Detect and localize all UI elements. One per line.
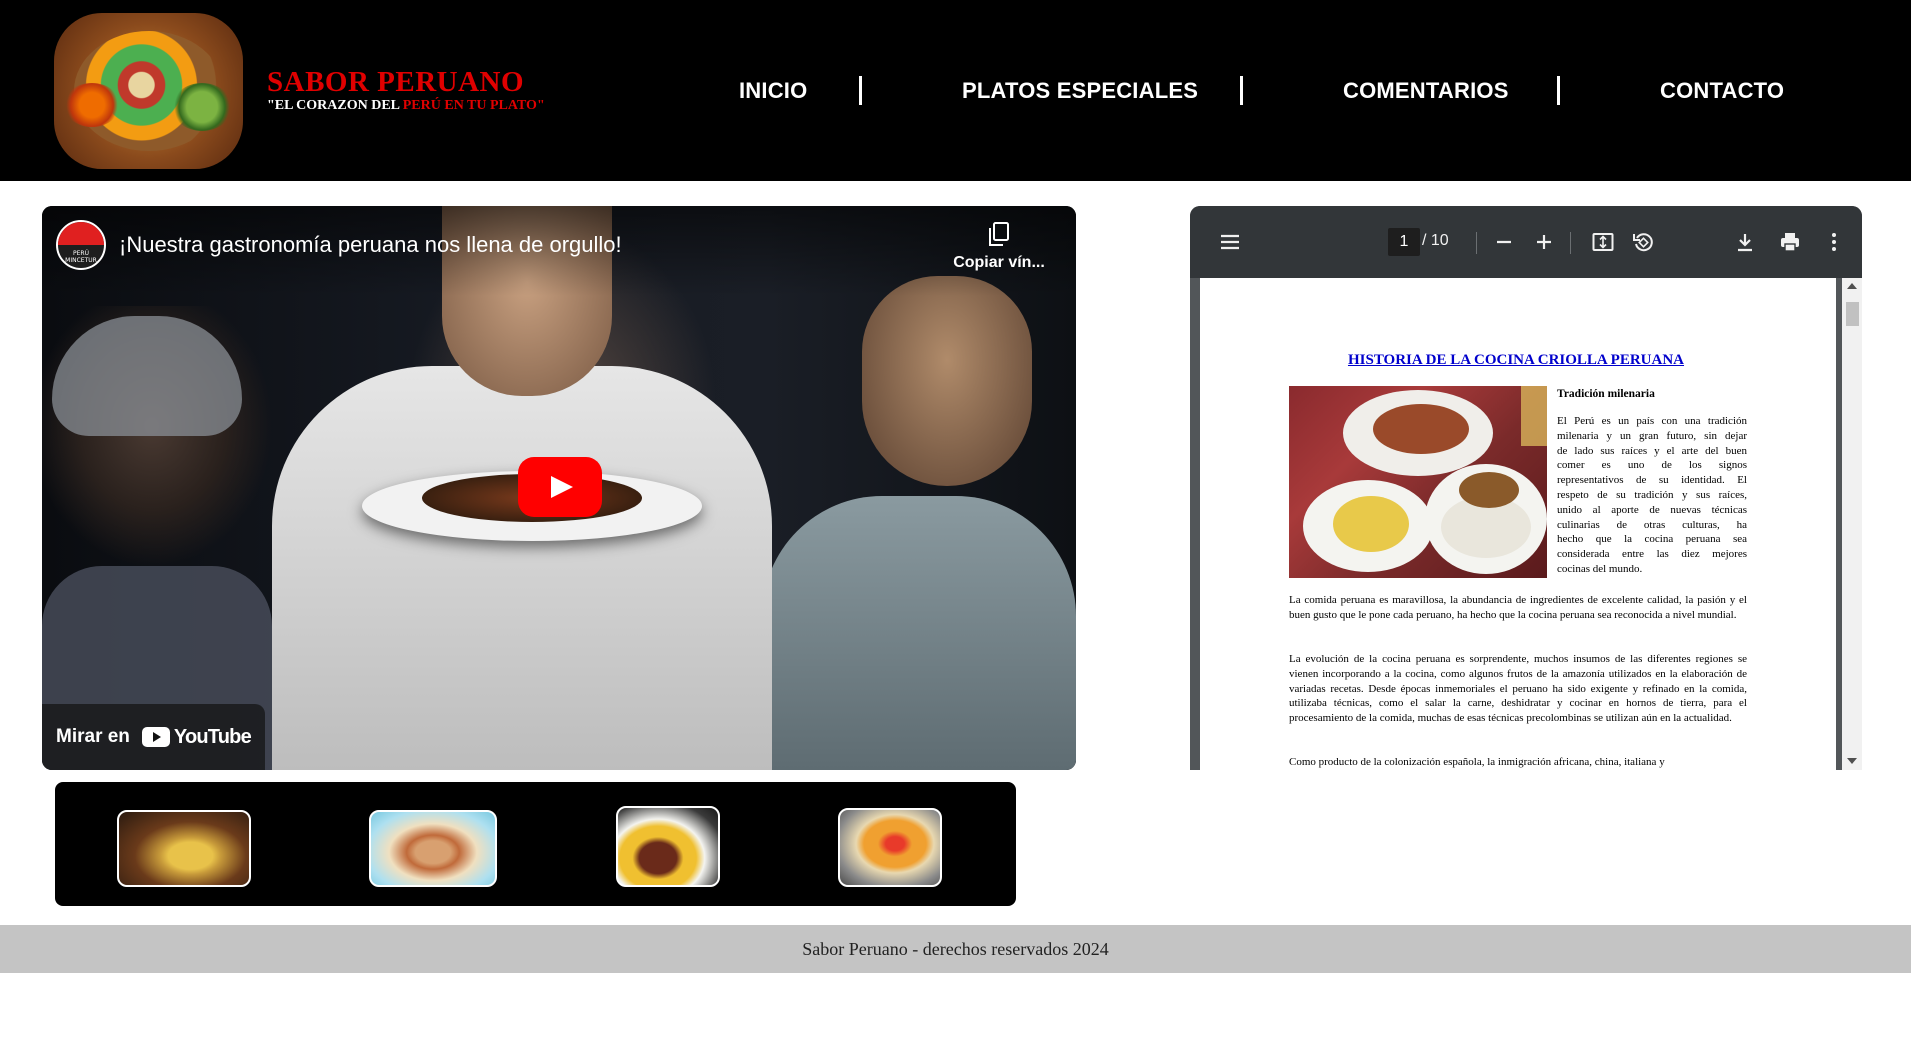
pdf-page[interactable]: HISTORIA DE LA COCINA CRIOLLA PERUANA Tr… (1200, 278, 1836, 770)
document-paragraph-1: El Perú es un país con una tradición mil… (1557, 414, 1747, 577)
main-nav: INICIO PLATOS ESPECIALES COMENTARIOS CON… (0, 74, 1911, 108)
toolbar-separator (1570, 232, 1571, 254)
toolbar-separator (1476, 232, 1477, 254)
scroll-up-icon[interactable] (1847, 283, 1857, 289)
gallery-thumb-postre[interactable] (838, 808, 942, 887)
paragraph-line: representativos de su identidad. El (1557, 474, 1747, 487)
zoom-out-icon[interactable] (1492, 230, 1516, 254)
pdf-scrollbar[interactable] (1842, 278, 1862, 770)
youtube-logo-icon (141, 727, 170, 747)
paragraph-line: unido al aporte de nuevas técnicas (1557, 503, 1747, 516)
more-options-icon[interactable] (1822, 230, 1846, 254)
paragraph-line: comer es uno de los signos (1557, 459, 1747, 472)
channel-avatar[interactable]: PERÚ MINCETUR (56, 220, 106, 270)
fit-page-icon[interactable] (1591, 230, 1615, 254)
scroll-down-icon[interactable] (1847, 758, 1857, 764)
paragraph-line: de lado sus raíces y el arte del buen (1557, 444, 1747, 457)
nav-platos-especiales[interactable]: PLATOS ESPECIALES (962, 78, 1198, 104)
footer-text: Sabor Peruano - derechos reservados 2024 (802, 939, 1109, 959)
pdf-toolbar: 1 / 10 (1190, 206, 1862, 278)
youtube-embed[interactable]: PERÚ MINCETUR ¡Nuestra gastronomía perua… (42, 206, 1076, 770)
page-total: / 10 (1422, 232, 1449, 249)
copy-link-button[interactable]: Copiar vín... (944, 222, 1054, 272)
site-footer: Sabor Peruano - derechos reservados 2024 (0, 925, 1911, 973)
paragraph-line: culinarias de otras culturas, ha (1557, 518, 1747, 531)
video-person-right (762, 276, 1076, 770)
gallery-thumb-aji-de-gallina[interactable] (117, 810, 251, 887)
nav-separator (1557, 76, 1560, 105)
document-paragraph-3: La evolución de la cocina peruana es sor… (1289, 653, 1747, 725)
paragraph-line: cocinas del mundo. (1557, 562, 1643, 575)
rotate-icon[interactable] (1631, 230, 1655, 254)
document-paragraph-2: La comida peruana es maravillosa, la abu… (1289, 594, 1747, 621)
download-icon[interactable] (1733, 230, 1757, 254)
gallery-thumb-lomo-saltado[interactable] (616, 806, 720, 887)
video-person-left (42, 306, 272, 770)
document-title[interactable]: HISTORIA DE LA COCINA CRIOLLA PERUANA (1200, 352, 1832, 369)
scrollbar-thumb[interactable] (1846, 302, 1859, 326)
copy-link-label: Copiar vín... (953, 254, 1045, 271)
paragraph-line: El Perú es un país con una tradición (1557, 415, 1747, 427)
play-icon (551, 476, 573, 498)
channel-avatar-text: PERÚ MINCETUR (65, 250, 97, 264)
copy-icon (989, 222, 1009, 246)
nav-contacto[interactable]: CONTACTO (1660, 78, 1784, 104)
nav-inicio[interactable]: INICIO (739, 78, 807, 104)
youtube-logo: YouTube (141, 725, 252, 749)
print-icon[interactable] (1778, 230, 1802, 254)
paragraph-line: considerada entre las diez mejores (1557, 548, 1747, 561)
document-paragraph-4: Como producto de la colonización español… (1289, 756, 1665, 768)
video-title[interactable]: ¡Nuestra gastronomía peruana nos llena d… (119, 232, 622, 258)
nav-separator (1240, 76, 1243, 105)
zoom-in-icon[interactable] (1532, 230, 1556, 254)
watch-on-label: Mirar en (56, 726, 130, 747)
pdf-viewer: 1 / 10 HISTORIA DE LA COCINA CRIOLLA PER… (1190, 206, 1862, 770)
nav-comentarios[interactable]: COMENTARIOS (1343, 78, 1509, 104)
paragraph-line: hecho que la cocina peruana sea (1557, 533, 1747, 546)
nav-separator (859, 76, 862, 105)
play-button[interactable] (518, 457, 602, 517)
watch-on-youtube-button[interactable]: Mirar en YouTube (42, 704, 265, 770)
menu-icon[interactable] (1218, 230, 1242, 254)
paragraph-line: milenaria y un gran futuro, sin dejar (1557, 429, 1747, 442)
gallery-thumb-ceviche[interactable] (369, 810, 497, 887)
dish-gallery (55, 782, 1016, 906)
document-subheading: Tradición milenaria (1557, 388, 1655, 400)
site-header: SABOR PERUANO "EL CORAZON DEL PERÚ EN TU… (0, 0, 1911, 181)
youtube-wordmark: YouTube (173, 725, 252, 748)
paragraph-line: respeto de su tradición y sus raíces, (1557, 488, 1747, 501)
page-number-input[interactable]: 1 (1388, 228, 1420, 256)
document-photo (1289, 386, 1547, 578)
